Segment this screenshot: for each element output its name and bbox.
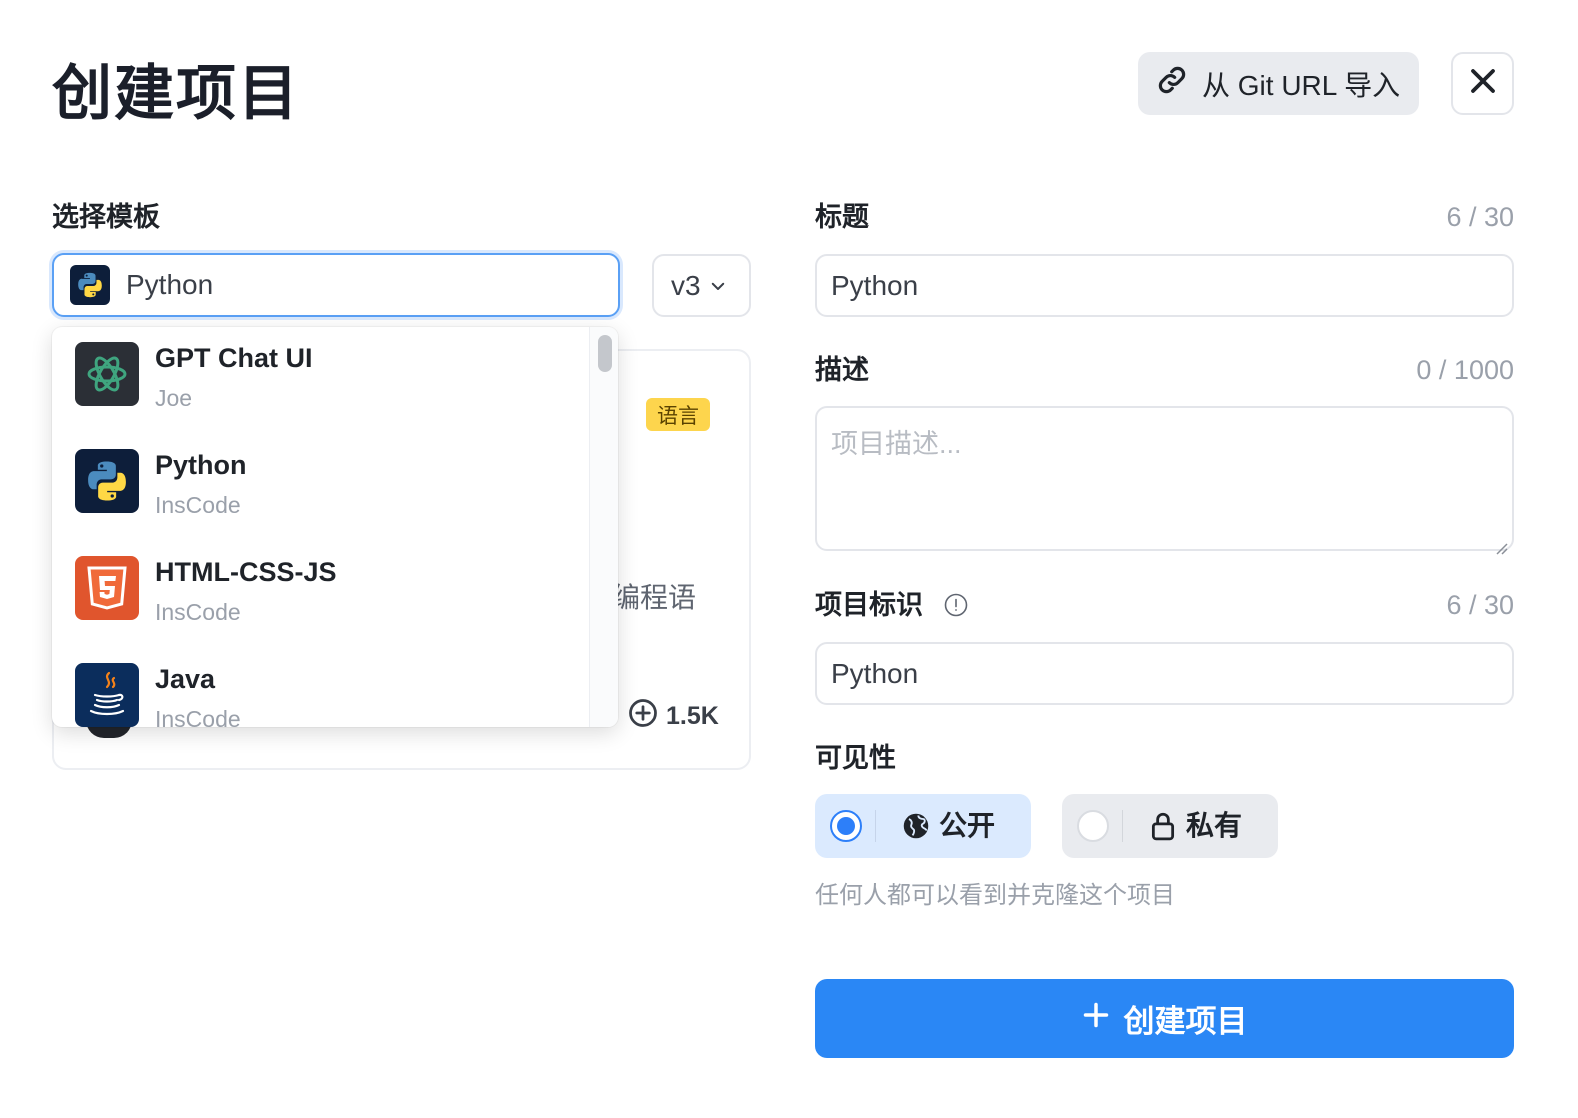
openai-icon	[75, 342, 139, 406]
template-search-value: Python	[126, 269, 214, 300]
project-id-input-value: Python	[831, 657, 919, 689]
language-badge: 语言	[646, 398, 710, 431]
project-id-label: 项目标识	[815, 590, 923, 620]
title-label: 标题	[815, 202, 869, 232]
template-option-name: Python	[155, 450, 247, 480]
close-icon	[1468, 66, 1498, 101]
template-option-python[interactable]: Python InsCode	[52, 434, 589, 541]
lock-icon	[1148, 810, 1178, 842]
visibility-public-label: 公开	[939, 810, 996, 841]
version-select[interactable]: v3	[652, 254, 751, 317]
description-textarea[interactable]: 项目描述...	[815, 406, 1514, 555]
project-id-counter: 6 / 30	[1446, 590, 1514, 620]
close-button[interactable]	[1451, 52, 1514, 115]
template-option-gpt-chat-ui[interactable]: GPT Chat UI Joe	[52, 327, 589, 434]
template-option-author: Joe	[155, 385, 193, 411]
version-value: v3	[671, 269, 701, 301]
template-card-description: 编程语	[612, 582, 697, 613]
page-title: 创建项目	[52, 60, 300, 127]
visibility-label: 可见性	[815, 743, 896, 773]
title-input[interactable]: Python	[815, 254, 1514, 317]
visibility-hint: 任何人都可以看到并克隆这个项目	[815, 882, 1175, 909]
python-icon	[75, 449, 139, 513]
template-search-input[interactable]: Python	[52, 253, 620, 317]
title-counter: 6 / 30	[1446, 202, 1514, 232]
template-dropdown[interactable]: GPT Chat UI Joe Python InsCode HTML-CSS-…	[52, 327, 618, 727]
template-option-author: InsCode	[155, 492, 241, 518]
template-option-name: Java	[155, 664, 216, 694]
link-icon	[1156, 64, 1188, 103]
template-option-java[interactable]: Java InsCode	[52, 648, 589, 727]
fork-count-value: 1.5K	[666, 702, 719, 730]
create-project-label: 创建项目	[1123, 1004, 1248, 1039]
visibility-public-option[interactable]: 公开	[815, 794, 1031, 858]
divider	[1122, 810, 1123, 842]
fork-count: 1.5K	[628, 698, 719, 735]
description-label: 描述	[815, 355, 869, 385]
project-id-input[interactable]: Python	[815, 642, 1514, 705]
description-placeholder: 项目描述...	[831, 429, 962, 459]
java-icon	[75, 663, 139, 727]
template-option-author: InsCode	[155, 706, 241, 727]
template-option-html-css-js[interactable]: HTML-CSS-JS InsCode	[52, 541, 589, 648]
globe-icon	[901, 810, 931, 842]
template-option-name: GPT Chat UI	[155, 343, 313, 373]
visibility-private-label: 私有	[1186, 810, 1243, 841]
chevron-down-icon	[709, 270, 727, 302]
radio-private[interactable]	[1077, 810, 1109, 842]
divider	[875, 810, 876, 842]
create-project-button[interactable]: 创建项目	[815, 979, 1514, 1058]
fork-plus-icon	[628, 698, 658, 735]
radio-public[interactable]	[830, 810, 862, 842]
template-option-name: HTML-CSS-JS	[155, 557, 337, 587]
description-counter: 0 / 1000	[1416, 355, 1514, 385]
visibility-private-option[interactable]: 私有	[1062, 794, 1278, 858]
html5-icon	[75, 556, 139, 620]
dropdown-scrollbar[interactable]	[589, 327, 618, 727]
template-option-author: InsCode	[155, 599, 241, 625]
git-import-label: 从 Git URL 导入	[1202, 69, 1401, 101]
git-import-button[interactable]: 从 Git URL 导入	[1138, 52, 1419, 115]
title-input-value: Python	[831, 269, 919, 301]
template-label: 选择模板	[52, 202, 160, 232]
template-dropdown-list: GPT Chat UI Joe Python InsCode HTML-CSS-…	[52, 327, 589, 727]
plus-icon	[1082, 1001, 1110, 1037]
resize-handle-icon[interactable]	[1494, 531, 1508, 555]
python-icon	[70, 265, 110, 305]
dropdown-scrollbar-thumb[interactable]	[598, 335, 612, 372]
info-icon[interactable]	[944, 593, 968, 617]
